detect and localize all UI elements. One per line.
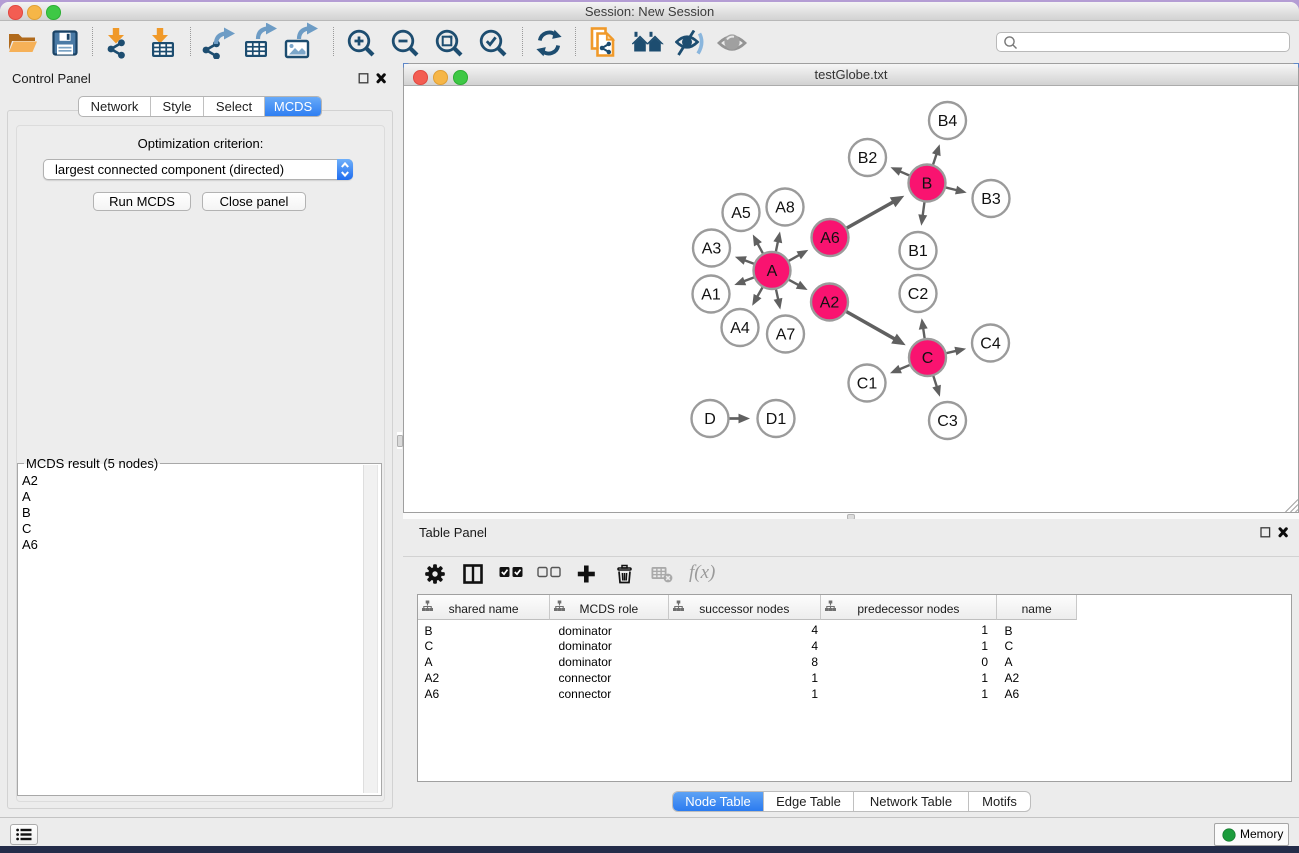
svg-text:D1: D1 bbox=[766, 411, 787, 428]
svg-text:A5: A5 bbox=[731, 205, 751, 222]
svg-text:A: A bbox=[767, 263, 778, 280]
svg-text:A7: A7 bbox=[776, 327, 796, 344]
svg-text:D: D bbox=[704, 411, 716, 428]
svg-text:B3: B3 bbox=[981, 191, 1001, 208]
svg-text:C3: C3 bbox=[937, 413, 958, 430]
svg-text:B2: B2 bbox=[858, 150, 878, 167]
svg-text:A2: A2 bbox=[820, 295, 840, 312]
svg-text:A8: A8 bbox=[775, 200, 795, 217]
svg-text:A6: A6 bbox=[820, 230, 840, 247]
svg-text:C: C bbox=[922, 350, 934, 367]
svg-text:C4: C4 bbox=[980, 336, 1001, 353]
svg-text:A1: A1 bbox=[701, 287, 721, 304]
svg-text:C1: C1 bbox=[857, 376, 878, 393]
svg-text:C2: C2 bbox=[908, 286, 929, 303]
svg-text:A4: A4 bbox=[730, 320, 750, 337]
svg-text:B: B bbox=[922, 176, 933, 193]
svg-text:B1: B1 bbox=[908, 243, 928, 260]
svg-text:A3: A3 bbox=[702, 241, 722, 258]
svg-text:B4: B4 bbox=[938, 113, 958, 130]
